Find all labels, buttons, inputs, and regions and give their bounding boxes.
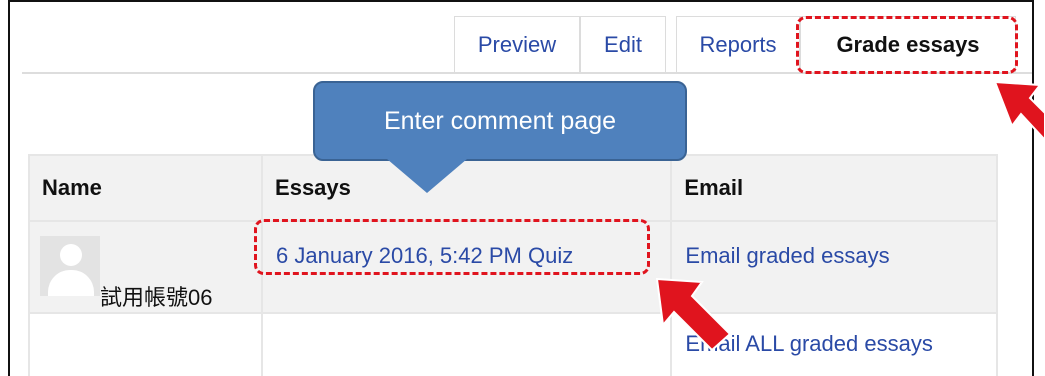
annotation-arrows <box>655 80 1045 352</box>
arrow-to-grade-tab-icon <box>993 80 1045 142</box>
arrow-to-essay-link-icon <box>655 277 732 352</box>
